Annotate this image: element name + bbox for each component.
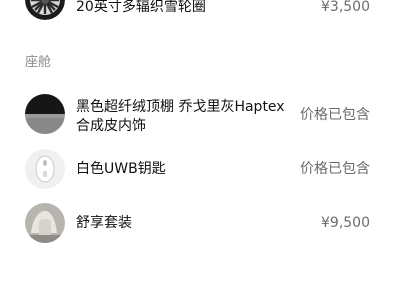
section-title-cabin: 座舱 <box>25 55 52 70</box>
option-price: ¥3,500 <box>321 0 370 15</box>
option-price: 价格已包含 <box>300 161 370 177</box>
option-row-key[interactable]: 白色UWB钥匙 价格已包含 <box>0 148 400 192</box>
interior-swatch-icon <box>25 94 65 134</box>
option-name-line2: 合成皮内饰 <box>76 118 146 134</box>
option-row-interior[interactable]: 黑色超纤绒顶棚 乔戈里灰Haptex 合成皮内饰 价格已包含 <box>0 90 400 140</box>
seat-icon <box>25 203 65 243</box>
key-fob-icon <box>25 149 65 189</box>
option-price: ¥9,500 <box>321 215 370 231</box>
option-row-comfort-package[interactable]: 舒享套装 ¥9,500 <box>0 202 400 246</box>
wheel-rim-icon <box>25 0 65 20</box>
option-name: 白色UWB钥匙 <box>76 161 166 177</box>
option-price: 价格已包含 <box>300 107 370 123</box>
option-name: 舒享套装 <box>76 215 132 231</box>
option-name: 20英寸多辐织雪轮圈 <box>76 0 206 15</box>
option-row-wheel[interactable]: 20英寸多辐织雪轮圈 ¥3,500 <box>0 0 400 22</box>
option-name-line1: 黑色超纤绒顶棚 乔戈里灰Haptex <box>76 99 285 115</box>
